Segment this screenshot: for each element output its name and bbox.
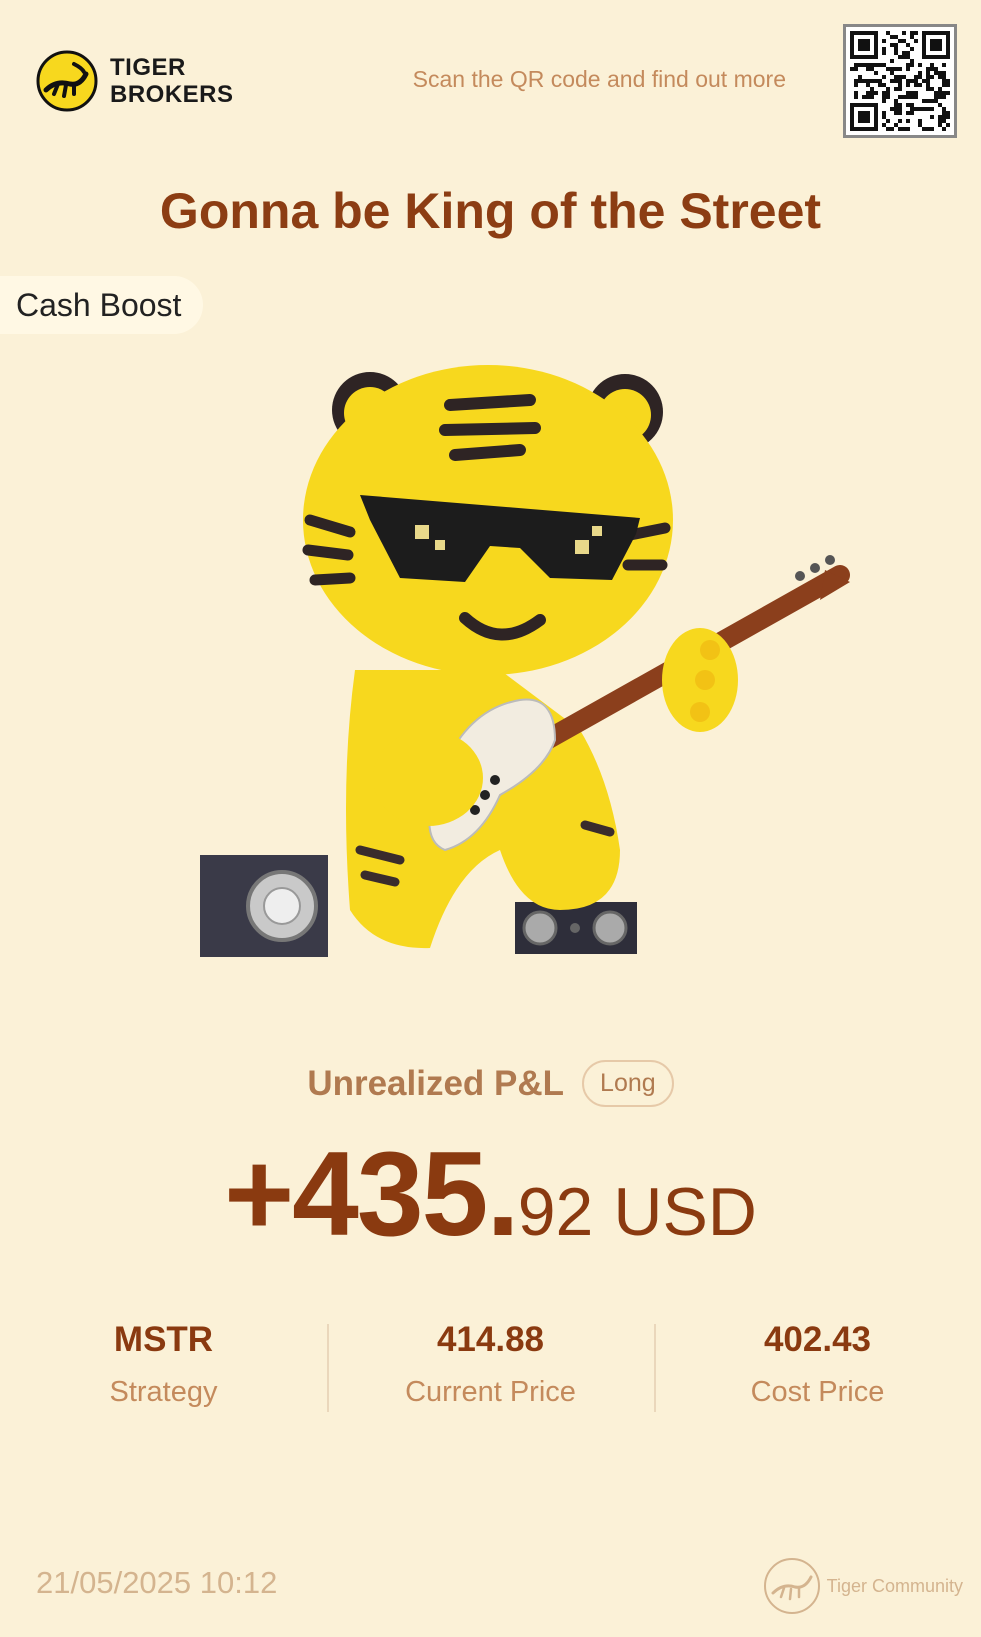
community-watermark: Tiger Community [761, 1555, 963, 1617]
scan-qr-text: Scan the QR code and find out more [412, 66, 786, 92]
stat-label: Strategy [109, 1376, 218, 1408]
stat-value: 402.43 [763, 1320, 872, 1359]
stat-label: Current Price [405, 1376, 576, 1408]
pnl-amount-integer: +435. [224, 1127, 520, 1261]
qr-code-icon[interactable] [843, 24, 957, 138]
stat-strategy: MSTR Strategy [0, 1320, 327, 1412]
tiger-community-icon [763, 1558, 820, 1614]
page-title: Gonna be King of the Street [159, 183, 822, 239]
stat-value: MSTR [113, 1320, 214, 1359]
community-label: Tiger Community [826, 1575, 963, 1596]
speaker-left-icon [200, 855, 328, 957]
stat-label: Cost Price [750, 1376, 885, 1408]
tiger-mascot-illustration [200, 350, 900, 1010]
stat-value: 414.88 [436, 1320, 545, 1359]
timestamp: 21/05/2025 10:12 [36, 1565, 278, 1600]
brand-line-1: TIGER [110, 54, 186, 81]
position-badge: Long [582, 1060, 674, 1107]
stats-row: MSTR Strategy 414.88 Current Price 402.4… [0, 1320, 981, 1412]
stat-cost-price: 402.43 Cost Price [654, 1320, 981, 1412]
pnl-amount: +435. 92 USD [0, 1125, 981, 1263]
pnl-label-row: Unrealized P&L Long [0, 1060, 981, 1107]
pnl-amount-decimal: 92 [517, 1174, 594, 1250]
pnl-currency: USD [613, 1174, 757, 1250]
pnl-label: Unrealized P&L [307, 1063, 565, 1103]
brand-line-2: BROKERS [110, 81, 234, 108]
stat-current-price: 414.88 Current Price [327, 1320, 654, 1412]
cash-boost-badge: Cash Boost [0, 276, 204, 334]
speaker-right-icon [515, 902, 637, 954]
brand-name: TIGER BROKERS [110, 54, 234, 108]
tiger-logo-icon [36, 50, 98, 112]
